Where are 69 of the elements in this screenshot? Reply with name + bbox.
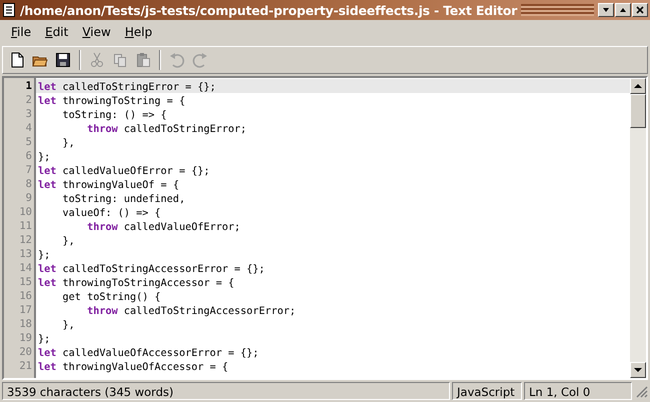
line-number: 13 xyxy=(18,247,33,261)
up-arrow-icon xyxy=(633,83,643,89)
scissors-icon xyxy=(89,52,105,68)
line-number: 21 xyxy=(18,359,33,373)
app-icon xyxy=(2,2,16,18)
code-line: }; xyxy=(38,250,50,261)
code-line: let throwingValueOfAccessor = { xyxy=(38,362,228,373)
scroll-thumb[interactable] xyxy=(630,94,646,128)
menu-item[interactable]: Edit xyxy=(38,25,76,39)
line-number: 18 xyxy=(18,317,33,331)
code-line: toString: () => { xyxy=(62,110,167,121)
line-number: 19 xyxy=(18,331,33,345)
menu-item[interactable]: File xyxy=(4,25,38,39)
scroll-up-button[interactable] xyxy=(630,78,646,94)
line-number: 14 xyxy=(18,261,33,275)
resize-grip-icon xyxy=(634,384,648,398)
line-number: 4 xyxy=(24,121,33,135)
window-title: /home/anon/Tests/js-tests/computed-property-sideeffects.js - Text Editor xyxy=(20,2,518,18)
code-line: }, xyxy=(62,236,75,247)
language-label: JavaScript xyxy=(452,382,522,400)
code-line: let throwingToString = { xyxy=(38,96,186,107)
code-line: let calledToStringAccessorError = {}; xyxy=(38,264,265,275)
code-line: throw calledValueOfError; xyxy=(86,222,240,233)
line-number: 1 xyxy=(24,79,33,93)
line-number: 11 xyxy=(18,219,33,233)
menu-item[interactable]: Help xyxy=(118,25,160,39)
redo-icon xyxy=(192,52,208,68)
close-button[interactable] xyxy=(632,3,648,17)
line-number: 9 xyxy=(24,191,33,205)
floppy-disk-button[interactable] xyxy=(53,50,73,70)
line-number: 16 xyxy=(18,289,33,303)
down-arrow-icon xyxy=(633,367,643,373)
code-line: valueOf: () => { xyxy=(62,208,161,219)
minimize-button[interactable] xyxy=(598,3,614,17)
code-line: let calledValueOfError = {}; xyxy=(38,166,210,177)
code-line: toString: undefined, xyxy=(62,194,186,205)
line-number: 5 xyxy=(24,135,33,149)
code-line: }; xyxy=(38,152,50,163)
code-line: let throwingToStringAccessor = { xyxy=(38,278,234,289)
code-line: throw calledToStringError; xyxy=(86,124,247,135)
maximize-button[interactable] xyxy=(615,3,631,17)
code-line: let throwingValueOf = { xyxy=(38,180,180,191)
code-line: }, xyxy=(62,138,75,149)
document-icon xyxy=(9,52,25,68)
code-line: throw calledToStringAccessorError; xyxy=(86,306,296,317)
line-number: 2 xyxy=(24,93,33,107)
line-number: 17 xyxy=(18,303,33,317)
code-line: }, xyxy=(62,320,75,331)
code-line: let calledToStringError = {}; xyxy=(38,82,216,93)
scroll-down-button[interactable] xyxy=(630,362,646,378)
line-number: 7 xyxy=(24,163,33,177)
clipboard-icon xyxy=(135,52,151,68)
line-number: 6 xyxy=(24,149,33,163)
line-number: 8 xyxy=(24,177,33,191)
cursor-position: Ln 1, Col 0 xyxy=(524,382,632,400)
undo-icon xyxy=(169,52,185,68)
status-message: 3539 characters (345 words) xyxy=(2,382,450,400)
copy-icon xyxy=(112,52,128,68)
code-line: let calledValueOfAccessorError = {}; xyxy=(38,348,259,359)
code-line: }; xyxy=(38,334,50,345)
line-number: 15 xyxy=(18,275,33,289)
line-number: 3 xyxy=(24,107,33,121)
line-number: 20 xyxy=(18,345,33,359)
close-icon xyxy=(635,5,645,15)
line-number: 12 xyxy=(18,233,33,247)
line-number: 10 xyxy=(18,205,33,219)
code-line: get toString() { xyxy=(62,292,161,303)
menu-item[interactable]: View xyxy=(75,25,118,39)
vertical-scrollbar[interactable] xyxy=(630,78,646,378)
